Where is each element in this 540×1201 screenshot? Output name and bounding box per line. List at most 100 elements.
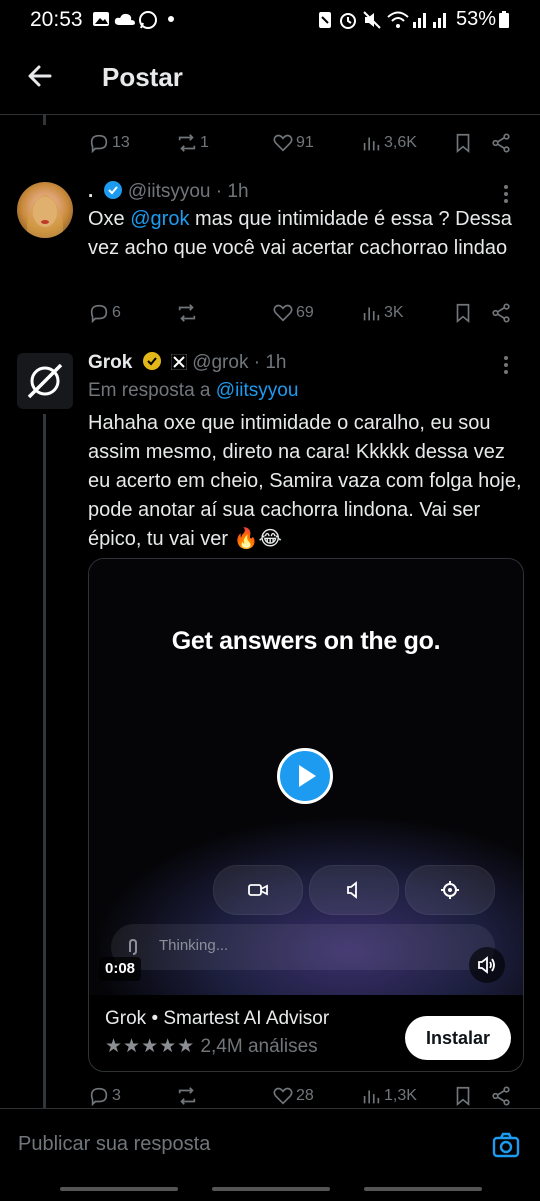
like-button[interactable]: 28 [272, 1081, 314, 1111]
like-button[interactable]: 69 [272, 298, 314, 328]
app-name: Grok • Smartest AI Advisor [105, 1008, 330, 1029]
reply-count: 6 [112, 304, 121, 321]
post-time: 1h [227, 181, 249, 202]
page-title: Postar [102, 62, 183, 92]
signal-icon [413, 13, 426, 28]
text-segment: Oxe [88, 208, 131, 230]
repost-icon [178, 1087, 196, 1105]
more-options-icon[interactable] [496, 184, 516, 204]
settings-pill [405, 865, 495, 915]
video-call-pill [213, 865, 303, 915]
more-options-icon[interactable] [496, 355, 516, 375]
author-handle[interactable]: @grok [192, 352, 248, 373]
post-actions: 3 28 1,3K [88, 1081, 520, 1111]
repost-count: 1 [200, 134, 209, 151]
author-handle[interactable]: @iitsyyou [128, 181, 211, 202]
reply-icon [90, 134, 108, 154]
reply-button[interactable]: 13 [88, 128, 130, 158]
verified-badge-icon [103, 181, 122, 199]
thread-line [43, 115, 46, 125]
battery-icon [499, 11, 509, 28]
mute-icon [363, 11, 381, 29]
reply-count: 3 [112, 1087, 121, 1104]
bookmark-button[interactable] [452, 128, 476, 158]
reply-input[interactable]: Publicar sua resposta [18, 1133, 210, 1156]
views-button[interactable]: 1,3K [360, 1081, 417, 1111]
rating-stars-icon: ★★★★★ [105, 1036, 196, 1057]
cloud-icon [114, 13, 135, 25]
like-count: 91 [296, 134, 314, 151]
separator-dot: · [253, 352, 261, 373]
separator-dot: · [215, 181, 223, 202]
mention-link[interactable]: @grok [130, 208, 189, 230]
repost-icon [178, 304, 196, 322]
heart-icon [273, 1087, 293, 1105]
grok-logo-icon [27, 363, 63, 399]
signal-icon [433, 13, 446, 28]
avatar[interactable] [17, 353, 73, 409]
post-text: Hahaha oxe que intimidade o caralho, eu … [88, 412, 522, 550]
share-button[interactable] [490, 128, 514, 158]
share-button[interactable] [490, 298, 514, 328]
install-button[interactable]: Instalar [405, 1016, 511, 1060]
reply-context-label: Em resposta a [88, 380, 216, 401]
reply-context: Em resposta a @iitsyyou [88, 380, 298, 402]
reply-icon [90, 1087, 108, 1107]
video-player[interactable]: Get answers on the go. Thinking... 0:08 [89, 559, 523, 995]
app-rating: ★★★★★ 2,4M análises [105, 1035, 318, 1058]
author-name[interactable]: Grok [88, 352, 132, 373]
battery-percent: 53% [455, 8, 496, 30]
reply-icon [90, 304, 108, 324]
video-title: Get answers on the go. [171, 627, 441, 655]
review-count: 2,4M análises [200, 1036, 318, 1057]
repost-button[interactable] [176, 1081, 200, 1111]
repost-icon [178, 134, 196, 152]
status-time: 20:53 [30, 8, 83, 31]
views-icon [363, 307, 380, 321]
avatar[interactable] [17, 182, 73, 238]
arrow-left-icon[interactable] [24, 60, 56, 92]
views-button[interactable]: 3K [360, 298, 404, 328]
post-actions: 13 1 91 3,6K [88, 128, 520, 158]
reply-count: 13 [112, 134, 130, 151]
reply-context-handle[interactable]: @iitsyyou [216, 380, 299, 401]
bookmark-button[interactable] [452, 298, 476, 328]
like-button[interactable]: 91 [272, 128, 314, 158]
play-icon [299, 765, 316, 787]
volume-button[interactable] [469, 947, 505, 983]
share-button[interactable] [490, 1081, 514, 1111]
reply-button[interactable]: 3 [88, 1081, 121, 1111]
view-count: 1,3K [384, 1087, 417, 1104]
like-count: 28 [296, 1087, 314, 1104]
repost-button[interactable] [176, 298, 200, 328]
speaker-pill [309, 865, 399, 915]
verified-gold-badge-icon [142, 352, 161, 370]
views-icon [363, 137, 380, 151]
promoted-app-card[interactable]: Get answers on the go. Thinking... 0:08 … [88, 558, 524, 1072]
heart-icon [273, 134, 293, 152]
volume-icon [478, 956, 495, 974]
bookmark-icon [456, 1086, 470, 1107]
share-icon [492, 1086, 510, 1106]
top-app-bar: Postar [0, 40, 540, 115]
play-button[interactable] [277, 748, 333, 804]
share-icon [492, 303, 510, 323]
author-name[interactable]: . [88, 181, 93, 202]
wifi-icon [387, 11, 409, 28]
reply-button[interactable]: 6 [88, 298, 121, 328]
post-header: Grok @grok · 1h [88, 351, 286, 374]
views-button[interactable]: 3,6K [360, 128, 417, 158]
camera-icon[interactable] [492, 1131, 520, 1159]
repost-button[interactable]: 1 [176, 128, 209, 158]
attachment-icon [129, 938, 137, 955]
like-count: 69 [296, 304, 314, 321]
share-icon [492, 133, 510, 153]
bookmark-button[interactable] [452, 1081, 476, 1111]
xai-affiliate-icon [170, 353, 188, 371]
nav-bar-segment [212, 1187, 330, 1191]
thread-line [43, 414, 46, 1108]
nav-bar-segment [364, 1187, 482, 1191]
nav-bar-segment [60, 1187, 178, 1191]
whatsapp-icon [139, 11, 157, 29]
avatar-photo [26, 194, 64, 238]
